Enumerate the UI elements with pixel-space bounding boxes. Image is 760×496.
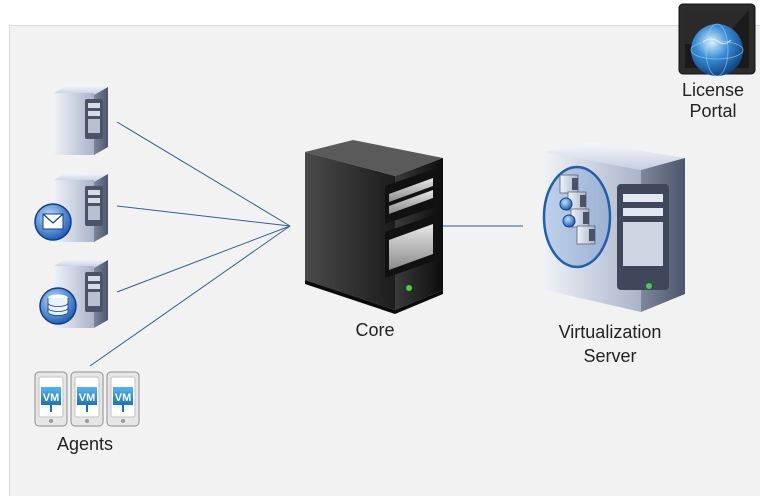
envelope-icon <box>34 203 72 241</box>
vm-badge-text: VM <box>79 392 96 404</box>
mini-server-icon <box>576 225 596 245</box>
connector-mailserver-core <box>116 205 291 227</box>
mail-server-icon <box>34 172 108 242</box>
virtualization-server-label-line2: Server <box>583 346 637 366</box>
connector-server1-core <box>116 121 291 227</box>
agent-server-icon <box>54 85 108 155</box>
license-portal-label-line2: Portal <box>689 101 737 121</box>
vm-cluster-highlight <box>542 165 612 269</box>
vm-agent-icon: VM <box>34 371 68 427</box>
core-label: Core <box>355 320 395 340</box>
connector-dbserver-core <box>116 225 291 293</box>
connector-agents-core <box>89 225 291 367</box>
agents-label: Agents <box>56 434 114 454</box>
virtualization-server-label-line1: Virtualization <box>558 322 662 342</box>
vm-tiles: VM VM VM <box>34 371 140 427</box>
network-diagram: VM VM VM <box>34 3 756 427</box>
globe-icon <box>690 23 744 77</box>
database-server-icon <box>39 258 108 328</box>
vm-badge-text: VM <box>115 392 132 404</box>
vm-agent-icon: VM <box>106 371 140 427</box>
database-icon <box>39 287 77 325</box>
virtualization-server-label: Virtualization Server <box>540 320 680 368</box>
license-portal-label-line1: License <box>681 80 745 100</box>
vm-badge-text: VM <box>43 392 60 404</box>
vm-agent-icon: VM <box>70 371 104 427</box>
mini-server-icon <box>559 174 579 194</box>
license-portal-label: License Portal <box>676 80 750 122</box>
license-portal-icon <box>678 3 756 77</box>
core-server-icon <box>305 140 443 314</box>
